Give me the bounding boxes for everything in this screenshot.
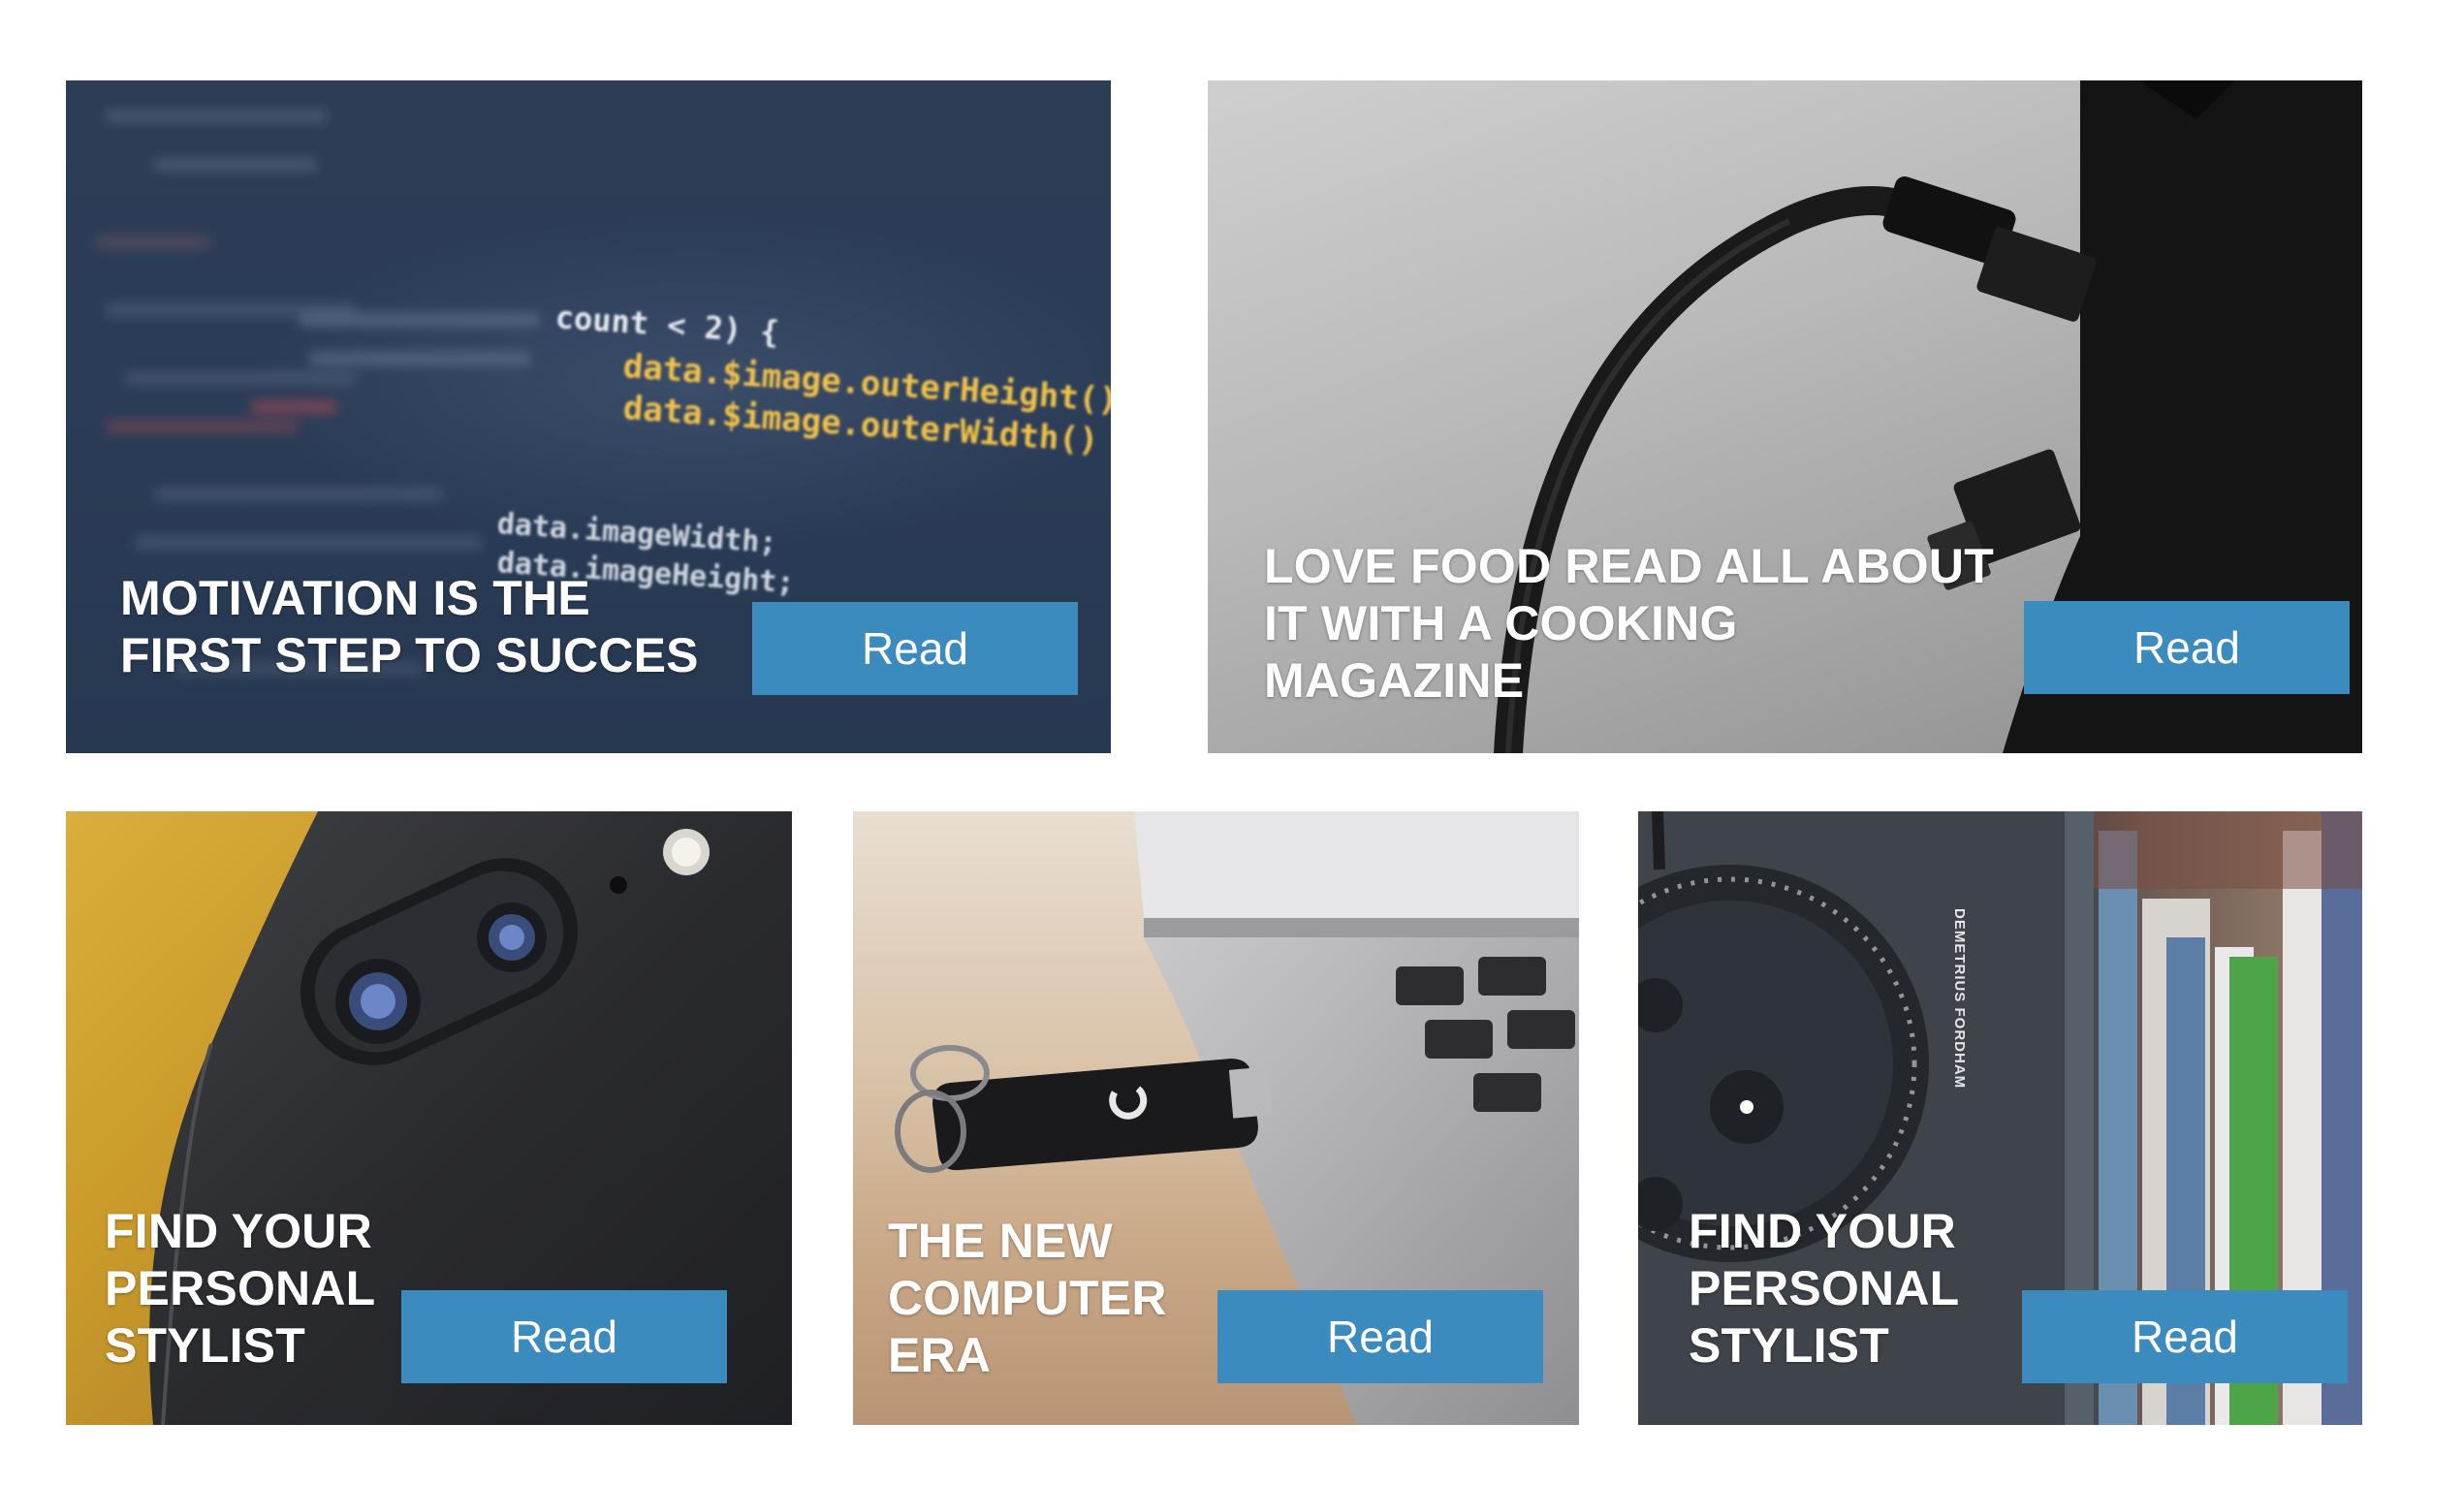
code-blur-line: [124, 371, 357, 385]
article-card-personal-stylist[interactable]: FIND YOUR PERSONAL STYLIST Read: [66, 811, 792, 1425]
article-card-new-computer-era[interactable]: THE NEW COMPUTER ERA Read: [853, 811, 1579, 1425]
code-blur-line: [105, 420, 299, 433]
read-button[interactable]: Read: [2022, 1290, 2348, 1383]
article-card-motivation[interactable]: count < 2) { data.$image.outerHeight() d…: [66, 80, 1111, 753]
read-button[interactable]: Read: [752, 602, 1078, 695]
code-blur-line: [105, 110, 328, 123]
code-blur-line: [134, 536, 483, 550]
code-blur-line: [153, 158, 318, 172]
read-button[interactable]: Read: [1217, 1290, 1543, 1383]
code-blur-line: [153, 488, 444, 501]
code-blur-line: [95, 236, 211, 249]
article-card-cooking-magazine[interactable]: LOVE FOOD READ ALL ABOUT IT WITH A COOKI…: [1208, 80, 2362, 753]
card-title: FIND YOUR PERSONAL STYLIST: [105, 1204, 376, 1373]
card-title: THE NEW COMPUTER ERA: [888, 1214, 1167, 1382]
card-title: FIND YOUR PERSONAL STYLIST: [1689, 1204, 1960, 1373]
read-button[interactable]: Read: [2024, 601, 2350, 694]
card-title: LOVE FOOD READ ALL ABOUT IT WITH A COOKI…: [1264, 539, 1994, 708]
code-blur-line: [250, 400, 337, 414]
read-button[interactable]: Read: [401, 1290, 727, 1383]
code-blur-line: [299, 313, 541, 327]
card-title: MOTIVATION IS THE FIRST STEP TO SUCCES: [120, 571, 699, 682]
code-blur-line: [308, 352, 531, 365]
article-card-personal-stylist-2[interactable]: DEMETRIUS FORDHAM FIND YOUR PERSONAL STY…: [1638, 811, 2362, 1425]
book-spine-text: DEMETRIUS FORDHAM: [1951, 908, 1968, 1090]
